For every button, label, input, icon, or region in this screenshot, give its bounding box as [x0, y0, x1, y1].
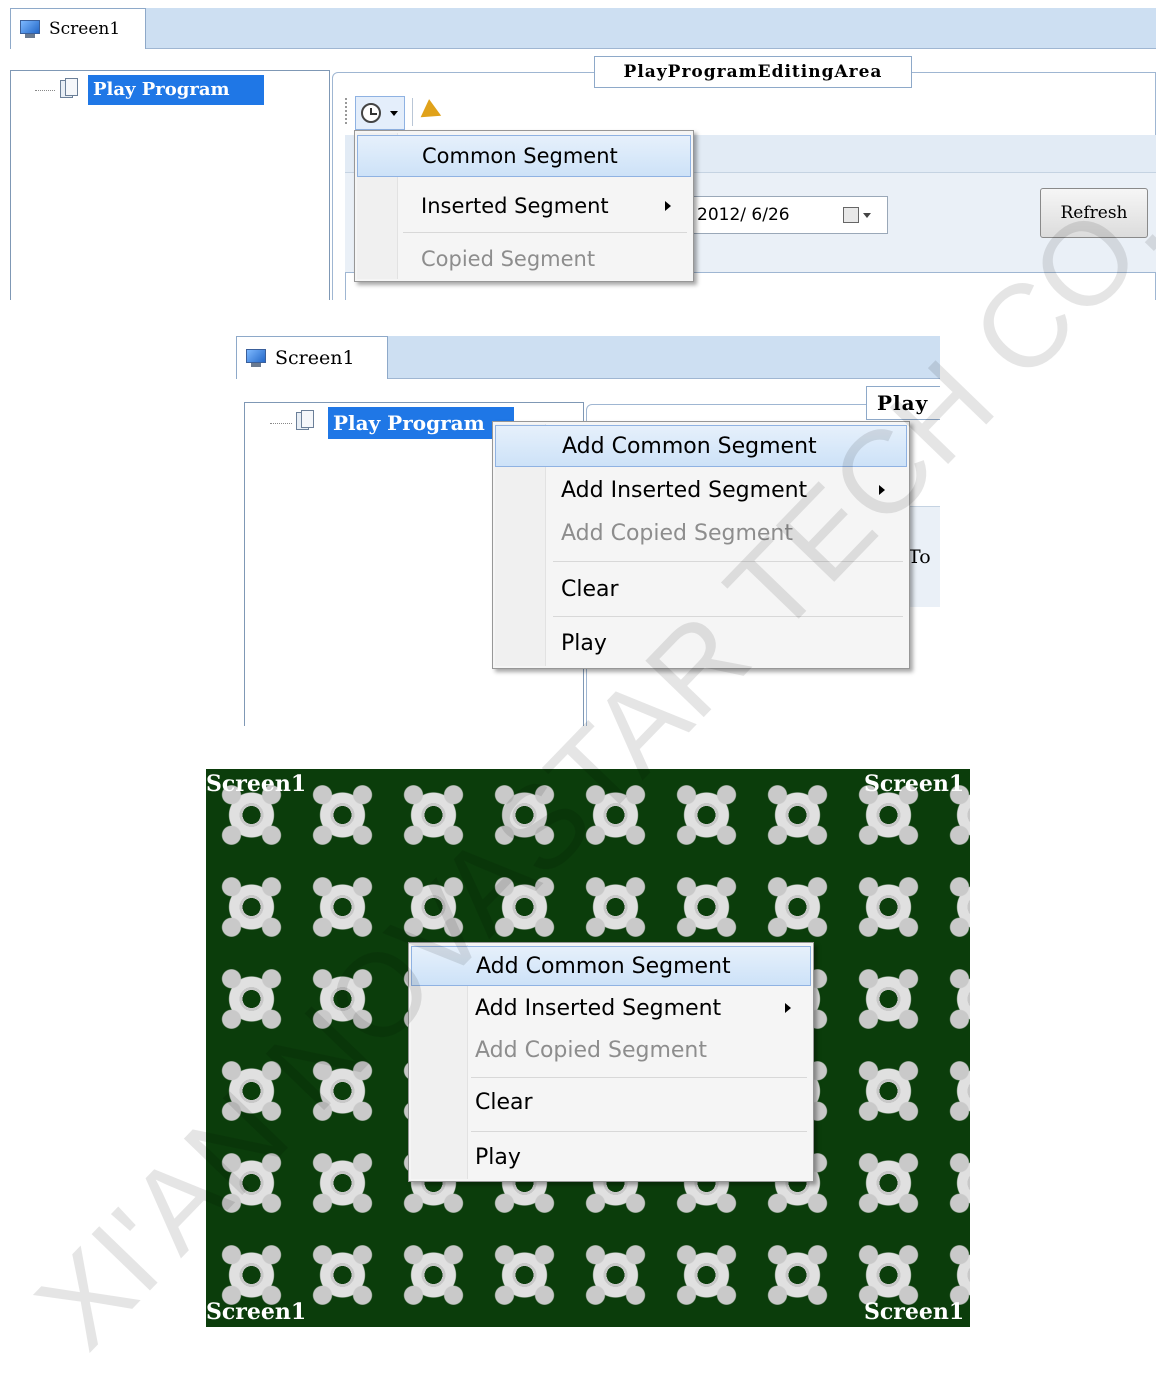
tree-item-play-program[interactable]: Play Program — [328, 407, 514, 439]
menu-item-label: Clear — [475, 1089, 533, 1115]
tab-label: Screen1 — [49, 19, 121, 39]
menu-item-label: Clear — [561, 576, 619, 602]
tab-screen1[interactable]: Screen1 — [236, 336, 388, 379]
toolbar-grip — [345, 98, 350, 124]
menu-item-label: Add Inserted Segment — [475, 995, 722, 1021]
menu-item-add-common-segment[interactable]: Add Common Segment — [411, 946, 811, 986]
submenu-arrow-icon — [665, 201, 671, 211]
tab-screen1[interactable]: Screen1 — [10, 8, 146, 49]
chevron-down-icon — [390, 111, 398, 116]
menu-item-add-common-segment[interactable]: Add Common Segment — [495, 425, 907, 467]
menu-item-label: Add Copied Segment — [475, 1037, 707, 1063]
tree-connector — [270, 423, 292, 424]
screenshot-3: Screen1 Screen1 Screen1 Screen1 Add Comm… — [206, 769, 970, 1327]
submenu-arrow-icon — [879, 485, 885, 495]
menu-item-add-inserted-segment[interactable]: Add Inserted Segment — [495, 469, 907, 511]
tab-label: Screen1 — [275, 347, 355, 369]
context-menu-2: Add Common Segment Add Inserted Segment … — [492, 421, 910, 669]
program-icon — [60, 78, 78, 98]
menu-item-label: Common Segment — [422, 144, 618, 168]
program-icon — [296, 410, 314, 430]
tab-strip — [10, 8, 1156, 49]
corner-label-bottom-left: Screen1 — [206, 1299, 307, 1325]
tree-item-play-program[interactable]: Play Program — [88, 75, 264, 105]
menu-item-label: Add Common Segment — [476, 953, 731, 979]
menu-item-label: Add Copied Segment — [561, 520, 793, 546]
date-value: 2012/ 6/26 — [697, 205, 790, 225]
editing-area-title: PlayProgramEditingArea — [594, 56, 912, 88]
tree-connector — [35, 90, 55, 91]
refresh-button[interactable]: Refresh — [1040, 188, 1148, 238]
menu-item-label: Copied Segment — [421, 247, 596, 271]
menu-item-play[interactable]: Play — [411, 1135, 811, 1179]
menu-item-common-segment[interactable]: Common Segment — [357, 135, 691, 177]
corner-label-top-right: Screen1 — [864, 771, 965, 797]
corner-label-bottom-right: Screen1 — [864, 1299, 965, 1325]
corner-label-top-left: Screen1 — [206, 771, 307, 797]
context-menu-1: Common Segment Inserted Segment Copied S… — [354, 130, 694, 282]
monitor-icon — [245, 349, 267, 367]
menu-item-label: Add Inserted Segment — [561, 477, 808, 503]
chevron-down-icon — [863, 213, 871, 218]
menu-item-label: Play — [561, 630, 607, 656]
toolbar-separator — [412, 98, 413, 126]
menu-item-label: Play — [475, 1144, 521, 1170]
menu-item-copied-segment: Copied Segment — [357, 237, 691, 281]
menu-item-add-inserted-segment[interactable]: Add Inserted Segment — [411, 987, 811, 1029]
screenshot-2: Screen1 Play Program Play To Add Common … — [236, 336, 940, 726]
screenshot-1: Screen1 Play Program PlayProgramEditingA… — [0, 0, 1156, 300]
menu-item-clear[interactable]: Clear — [495, 568, 907, 610]
editing-area-title-partial: Play — [866, 386, 940, 420]
menu-item-inserted-segment[interactable]: Inserted Segment — [357, 183, 691, 229]
menu-item-label: Inserted Segment — [421, 194, 609, 218]
calendar-icon — [843, 207, 859, 223]
submenu-arrow-icon — [785, 1003, 791, 1013]
menu-item-label: Add Common Segment — [562, 433, 817, 459]
clock-dropdown-button[interactable] — [355, 96, 405, 130]
menu-item-play[interactable]: Play — [495, 622, 907, 664]
monitor-icon — [19, 20, 41, 38]
menu-item-add-copied-segment: Add Copied Segment — [495, 512, 907, 554]
menu-item-add-copied-segment: Add Copied Segment — [411, 1029, 811, 1071]
menu-item-clear[interactable]: Clear — [411, 1081, 811, 1123]
clock-icon — [361, 103, 381, 123]
to-label: To — [908, 546, 931, 568]
date-picker[interactable]: 2012/ 6/26 — [690, 196, 888, 234]
context-menu-3: Add Common Segment Add Inserted Segment … — [408, 942, 814, 1182]
